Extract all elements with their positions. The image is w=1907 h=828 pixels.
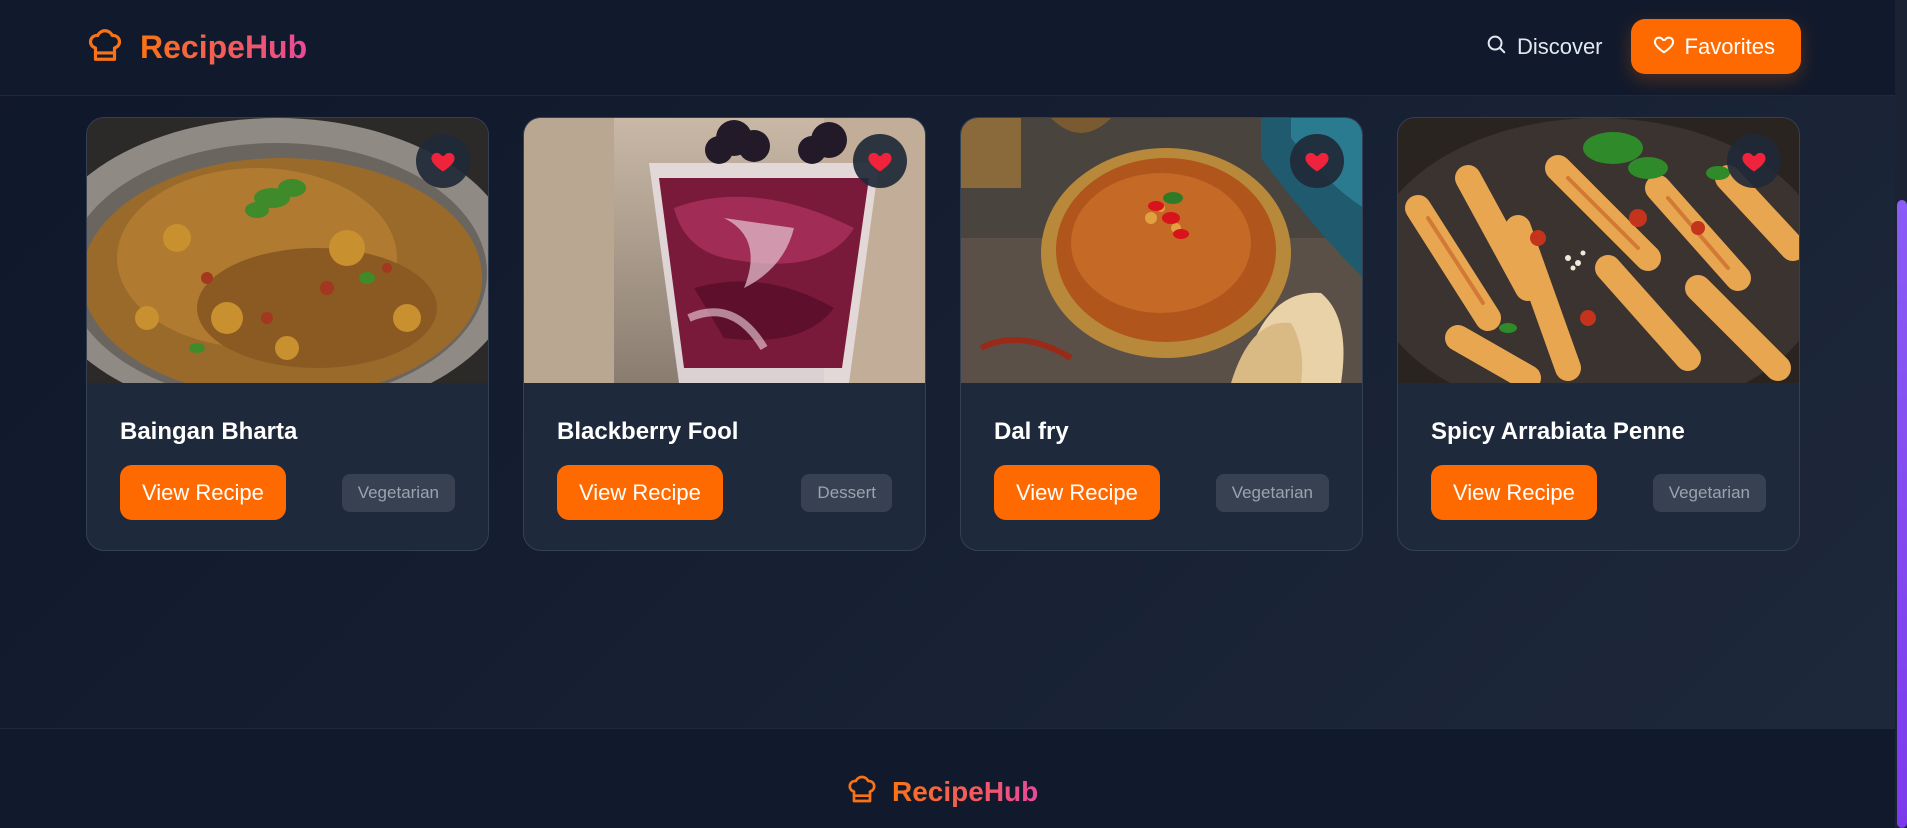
- brand-name: RecipeHub: [140, 28, 308, 65]
- favorite-toggle[interactable]: [1290, 134, 1344, 188]
- recipe-card: Baingan Bharta View Recipe Vegetarian: [86, 117, 489, 551]
- heart-icon: [1303, 147, 1331, 175]
- recipe-title: Spicy Arrabiata Penne: [1431, 418, 1685, 445]
- discover-link[interactable]: Discover: [1485, 33, 1603, 61]
- site-footer: RecipeHub: [0, 728, 1895, 828]
- recipe-image[interactable]: [961, 118, 1362, 383]
- footer-brand-name: RecipeHub: [892, 775, 1039, 807]
- category-tag: Vegetarian: [1215, 473, 1329, 512]
- chef-hat-icon: [86, 26, 124, 69]
- recipe-title: Dal fry: [994, 418, 1069, 445]
- heart-icon: [429, 147, 457, 175]
- category-tag: Vegetarian: [341, 473, 455, 512]
- recipe-image[interactable]: [524, 118, 925, 383]
- view-recipe-button[interactable]: View Recipe: [557, 465, 723, 520]
- brand-logo[interactable]: RecipeHub: [86, 26, 307, 68]
- view-recipe-button[interactable]: View Recipe: [1431, 465, 1597, 520]
- heart-icon: [1740, 147, 1768, 175]
- view-recipe-button[interactable]: View Recipe: [994, 465, 1160, 520]
- recipe-card: Dal fry View Recipe Vegetarian: [960, 117, 1363, 551]
- main-nav: Discover Favorites: [1485, 19, 1801, 74]
- site-header: RecipeHub Discover Favorites: [0, 0, 1895, 96]
- heart-icon: [866, 147, 894, 175]
- recipe-title: Blackberry Fool: [557, 418, 739, 445]
- category-tag: Dessert: [801, 473, 892, 512]
- recipe-image[interactable]: [1398, 118, 1799, 383]
- page-scrollbar[interactable]: [1895, 0, 1907, 828]
- scrollbar-thumb[interactable]: [1897, 200, 1907, 828]
- favorite-toggle[interactable]: [853, 134, 907, 188]
- recipe-grid: Baingan Bharta View Recipe Vegetarian Bl…: [86, 117, 1800, 551]
- recipe-title: Baingan Bharta: [120, 418, 298, 445]
- category-tag: Vegetarian: [1652, 473, 1766, 512]
- chef-hat-icon: [846, 773, 878, 810]
- recipe-card: Blackberry Fool View Recipe Dessert: [523, 117, 926, 551]
- recipe-image[interactable]: [87, 118, 488, 383]
- favorite-toggle[interactable]: [416, 134, 470, 188]
- search-icon: [1485, 33, 1507, 61]
- footer-brand[interactable]: RecipeHub: [846, 773, 1038, 810]
- discover-label: Discover: [1516, 33, 1603, 59]
- heart-outline-icon: [1653, 33, 1675, 61]
- favorites-button[interactable]: Favorites: [1630, 19, 1801, 74]
- favorite-toggle[interactable]: [1727, 134, 1781, 188]
- recipe-card: Spicy Arrabiata Penne View Recipe Vegeta…: [1397, 117, 1800, 551]
- view-recipe-button[interactable]: View Recipe: [120, 465, 286, 520]
- favorites-label: Favorites: [1684, 33, 1775, 59]
